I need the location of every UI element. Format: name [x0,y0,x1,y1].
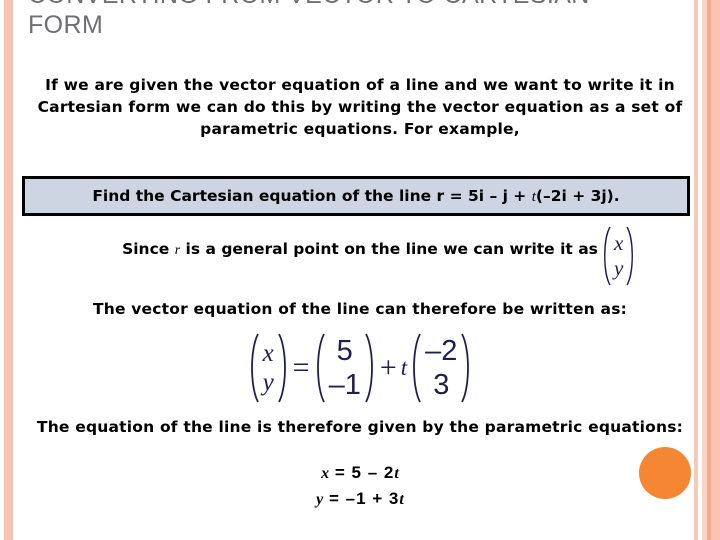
left-paren-icon [312,331,326,405]
param-x-parameter: t [394,465,399,482]
scalar-parameter-t: t [400,355,408,380]
right-paren-icon [460,331,474,405]
intro-paragraph: If we are given the vector equation of a… [37,76,683,138]
left-paren-icon [408,331,422,405]
question-suffix: (–2i + 3j). [535,186,620,205]
question-box: Find the Cartesian equation of the line … [22,176,690,216]
vector-entry-bottom: 3 [433,369,450,401]
param-x-variable: x [321,465,330,482]
since-row: Since r is a general point on the line w… [60,240,660,259]
vector-entry-bottom: y [614,256,624,280]
vector-entry-top: x [262,339,274,367]
since-prefix: Since [122,240,175,258]
matrix-vector-lhs: x y [246,331,291,405]
decor-stripe-left [4,0,13,540]
matrix-equation: x y = 5 –1 + t –2 3 [0,331,720,405]
parametric-equation-x: x = 5 – 2t [0,460,720,486]
parametric-intro: The equation of the line is therefore gi… [36,418,684,436]
right-paren-icon [364,331,378,405]
param-x-body: = 5 – 2 [329,463,395,482]
right-paren-icon [277,331,291,405]
right-paren-icon [626,225,637,287]
vector-entries: x y [260,339,277,398]
vector-entry-bottom: y [262,369,274,396]
slide-canvas: CONVERTING FROM VECTOR TO CARTESIAN FORM… [0,0,720,540]
vector-entries: x y [611,231,626,281]
slide-title: CONVERTING FROM VECTOR TO CARTESIAN FORM [28,0,589,39]
since-suffix: is a general point on the line we can wr… [180,240,598,258]
param-y-body: = –1 + 3 [323,489,400,508]
question-prefix: Find the Cartesian equation of the line … [92,186,532,205]
vector-entry-top: x [614,231,624,256]
left-paren-icon [600,225,611,287]
equals-sign: = [292,351,310,384]
matrix-vector-point: 5 –1 [312,331,378,405]
question-text: Find the Cartesian equation of the line … [92,187,619,206]
decor-stripe-right-edge [711,0,720,540]
vector-equation-intro: The vector equation of the line can ther… [92,300,628,318]
parametric-equation-y: y = –1 + 3t [0,486,720,512]
column-vector-xy-inline: x y [600,225,637,287]
vector-entry-bottom: –1 [328,369,361,401]
parametric-equations: x = 5 – 2t y = –1 + 3t [0,460,720,512]
since-text: Since r is a general point on the line w… [122,240,598,259]
vector-entries: 5 –1 [326,334,364,402]
vector-entry-top: 5 [336,334,353,367]
param-y-parameter: t [399,491,404,508]
vector-entries: –2 3 [422,334,460,402]
matrix-vector-direction: –2 3 [408,331,474,405]
plus-sign: + [379,351,397,384]
left-paren-icon [246,331,260,405]
vector-entry-top: –2 [425,334,458,367]
orange-accent-circle [639,447,691,499]
